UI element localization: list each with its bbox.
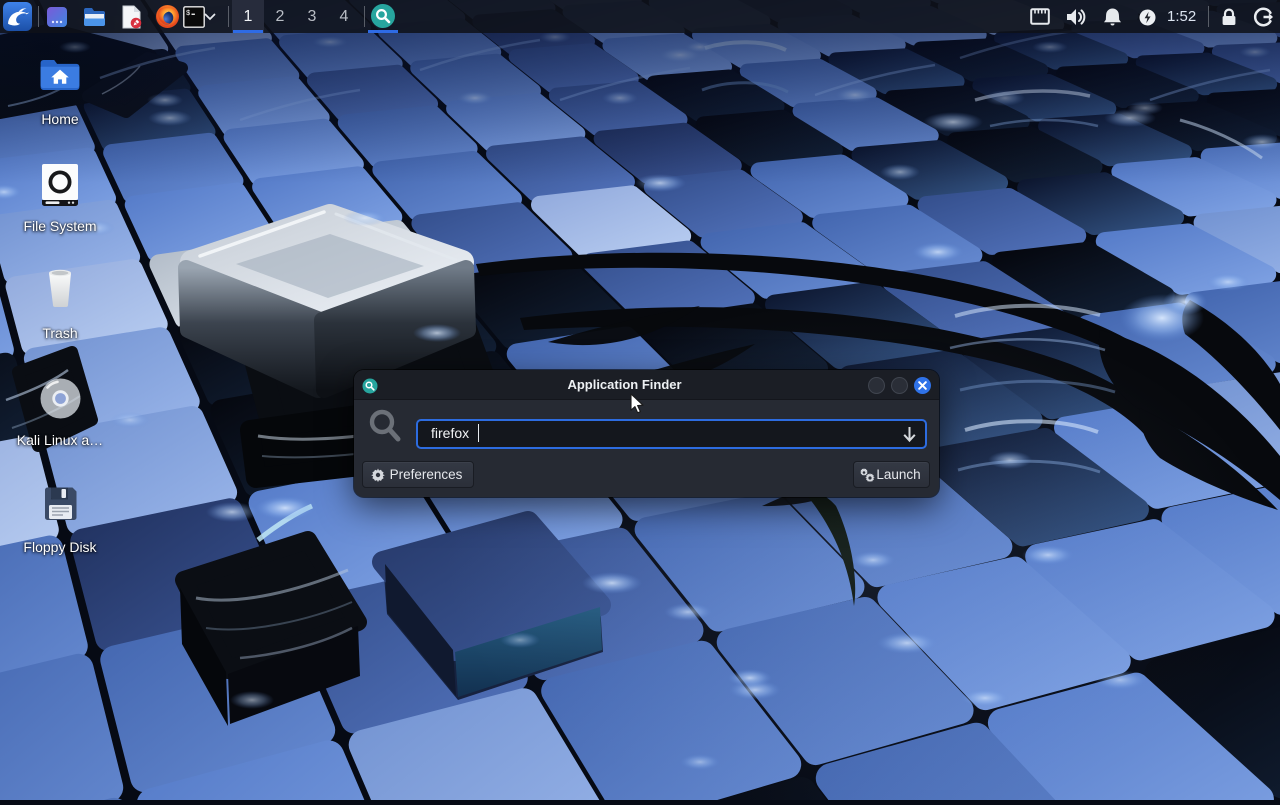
svg-text:$: $ [186,10,190,18]
